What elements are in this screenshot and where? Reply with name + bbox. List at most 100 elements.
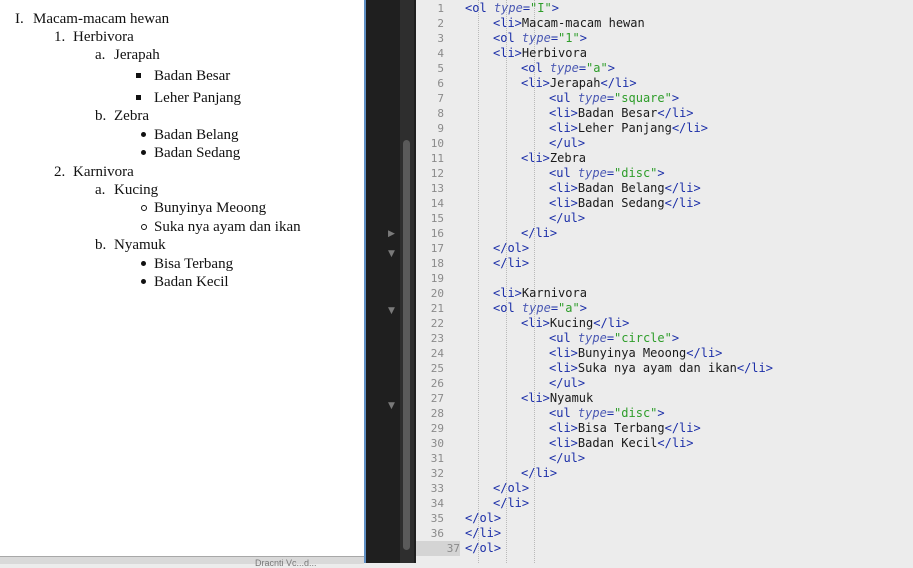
code-line[interactable]: 29 <li>Bisa Terbang</li> — [416, 421, 913, 436]
code-line[interactable]: 23 <ul type="circle"> — [416, 331, 913, 346]
code-text: </li> — [521, 226, 557, 241]
code-line[interactable]: 22 <li>Kucing</li> — [416, 316, 913, 331]
html-tag-token: </li> — [671, 121, 708, 135]
code-line[interactable]: 31 </ul> — [416, 451, 913, 466]
fold-arrow-icon[interactable]: ▶ — [388, 229, 395, 239]
code-text: <ul type="square"> — [549, 91, 679, 106]
fold-arrow-icon[interactable]: ▼ — [388, 401, 395, 411]
code-text: <li>Bisa Terbang</li> — [549, 421, 701, 436]
code-line[interactable]: 4 <li>Herbivora — [416, 46, 913, 61]
html-tag-token: </li> — [493, 256, 530, 270]
line-number: 21 — [430, 302, 444, 315]
string-token: "a" — [558, 301, 580, 315]
html-tag-token: </li> — [664, 181, 701, 195]
code-line[interactable]: 24 <li>Bunyinya Meoong</li> — [416, 346, 913, 361]
code-line[interactable]: 11 <li>Zebra — [416, 151, 913, 166]
html-tag-token: <li> — [521, 391, 550, 405]
code-line[interactable]: 14 <li>Badan Sedang</li> — [416, 196, 913, 211]
code-line[interactable]: 5 <ol type="a"> — [416, 61, 913, 76]
html-tag-token: </ol> — [465, 541, 502, 555]
text-token: Bisa Terbang — [577, 421, 665, 435]
html-tag-token: = — [606, 91, 615, 105]
attribute-token: type — [521, 301, 551, 315]
code-editor[interactable]: 1 <ol type="I"> 2 <li>Macam-macam hewan 3 <ol… — [416, 0, 913, 563]
html-tag-token: </li> — [664, 421, 701, 435]
string-token: "disc" — [614, 166, 658, 180]
code-text: <li>Macam-macam hewan — [493, 16, 645, 31]
code-line[interactable]: 9 <li>Leher Panjang</li> — [416, 121, 913, 136]
line-number: 34 — [430, 497, 444, 510]
editor-scrollbar-thumb[interactable] — [403, 140, 410, 550]
list-marker: 1. — [54, 29, 66, 45]
html-tag-token: = — [550, 301, 559, 315]
fold-arrow-icon[interactable]: ▼ — [388, 249, 395, 259]
text-token: Badan Kecil — [577, 436, 658, 450]
code-line[interactable]: 33 </ol> — [416, 481, 913, 496]
code-line[interactable]: 16 </li> — [416, 226, 913, 241]
line-number: 20 — [430, 287, 444, 300]
code-text: <ul type="disc"> — [549, 406, 665, 421]
list-item-text: Suka nya ayam dan ikan — [154, 219, 301, 235]
code-line[interactable]: 35 </ol> — [416, 511, 913, 526]
code-line[interactable]: 30 <li>Badan Kecil</li> — [416, 436, 913, 451]
text-token: Suka nya ayam dan ikan — [577, 361, 737, 375]
html-tag-token: </ol> — [493, 241, 530, 255]
code-line[interactable]: 10 </ul> — [416, 136, 913, 151]
line-number: 8 — [437, 107, 444, 120]
code-line[interactable]: 36 </li> — [416, 526, 913, 541]
list-item-text: Badan Besar — [154, 68, 231, 84]
code-line[interactable]: 26 </ul> — [416, 376, 913, 391]
code-line[interactable]: 34 </li> — [416, 496, 913, 511]
code-line[interactable]: 25 <li>Suka nya ayam dan ikan</li> — [416, 361, 913, 376]
html-tag-token: </ul> — [549, 451, 586, 465]
line-number: 23 — [430, 332, 444, 345]
code-line[interactable]: 32 </li> — [416, 466, 913, 481]
code-line[interactable]: 21 <ol type="a"> — [416, 301, 913, 316]
code-line[interactable]: 1 <ol type="I"> — [416, 1, 913, 16]
code-line[interactable]: 13 <li>Badan Belang</li> — [416, 181, 913, 196]
list-item-text: Kucing — [114, 182, 159, 198]
code-line[interactable]: 27 <li>Nyamuk — [416, 391, 913, 406]
html-tag-token: <ul — [549, 166, 578, 180]
code-line[interactable]: 12 <ul type="disc"> — [416, 166, 913, 181]
code-line[interactable]: 3 <ol type="1"> — [416, 31, 913, 46]
code-line[interactable]: 17 </ol> — [416, 241, 913, 256]
code-text: </li> — [493, 496, 529, 511]
html-tag-token: </li> — [736, 361, 773, 375]
line-number: 26 — [430, 377, 444, 390]
html-tag-token: </li> — [600, 76, 637, 90]
code-text: <li>Kucing</li> — [521, 316, 629, 331]
code-line[interactable]: 37 </ol> — [416, 541, 913, 556]
code-line[interactable]: 19 — [416, 271, 913, 286]
code-text: </ul> — [549, 451, 585, 466]
html-tag-token: <li> — [521, 151, 550, 165]
code-line[interactable]: 28 <ul type="disc"> — [416, 406, 913, 421]
html-tag-token: <ol — [465, 1, 494, 15]
disc-bullet-icon — [141, 261, 146, 266]
html-tag-token: <li> — [493, 16, 522, 30]
code-line[interactable]: 18 </li> — [416, 256, 913, 271]
code-line[interactable]: 20 <li>Karnivora — [416, 286, 913, 301]
html-tag-token: <ul — [549, 91, 578, 105]
line-number: 12 — [430, 167, 444, 180]
code-line[interactable]: 6 <li>Jerapah</li> — [416, 76, 913, 91]
code-line[interactable]: 2 <li>Macam-macam hewan — [416, 16, 913, 31]
html-tag-token: <ol — [493, 31, 522, 45]
code-line[interactable]: 7 <ul type="square"> — [416, 91, 913, 106]
line-number: 35 — [430, 512, 444, 525]
code-text: </ul> — [549, 136, 585, 151]
line-number: 29 — [430, 422, 444, 435]
code-line[interactable]: 8 <li>Badan Besar</li> — [416, 106, 913, 121]
code-text: <li>Karnivora — [493, 286, 587, 301]
list-marker: 2. — [54, 164, 66, 180]
code-line[interactable]: 15 </ul> — [416, 211, 913, 226]
string-token: "disc" — [614, 406, 658, 420]
code-text: <ol type="I"> — [465, 1, 559, 16]
html-tag-token: </li> — [521, 226, 558, 240]
status-bar-text: Dracnti Vc...d... — [255, 558, 317, 568]
text-token: Karnivora — [521, 286, 587, 300]
html-tag-token: </ul> — [549, 136, 586, 150]
list-marker: a. — [95, 182, 106, 198]
disc-bullet-icon — [141, 132, 146, 137]
fold-arrow-icon[interactable]: ▼ — [388, 306, 395, 316]
